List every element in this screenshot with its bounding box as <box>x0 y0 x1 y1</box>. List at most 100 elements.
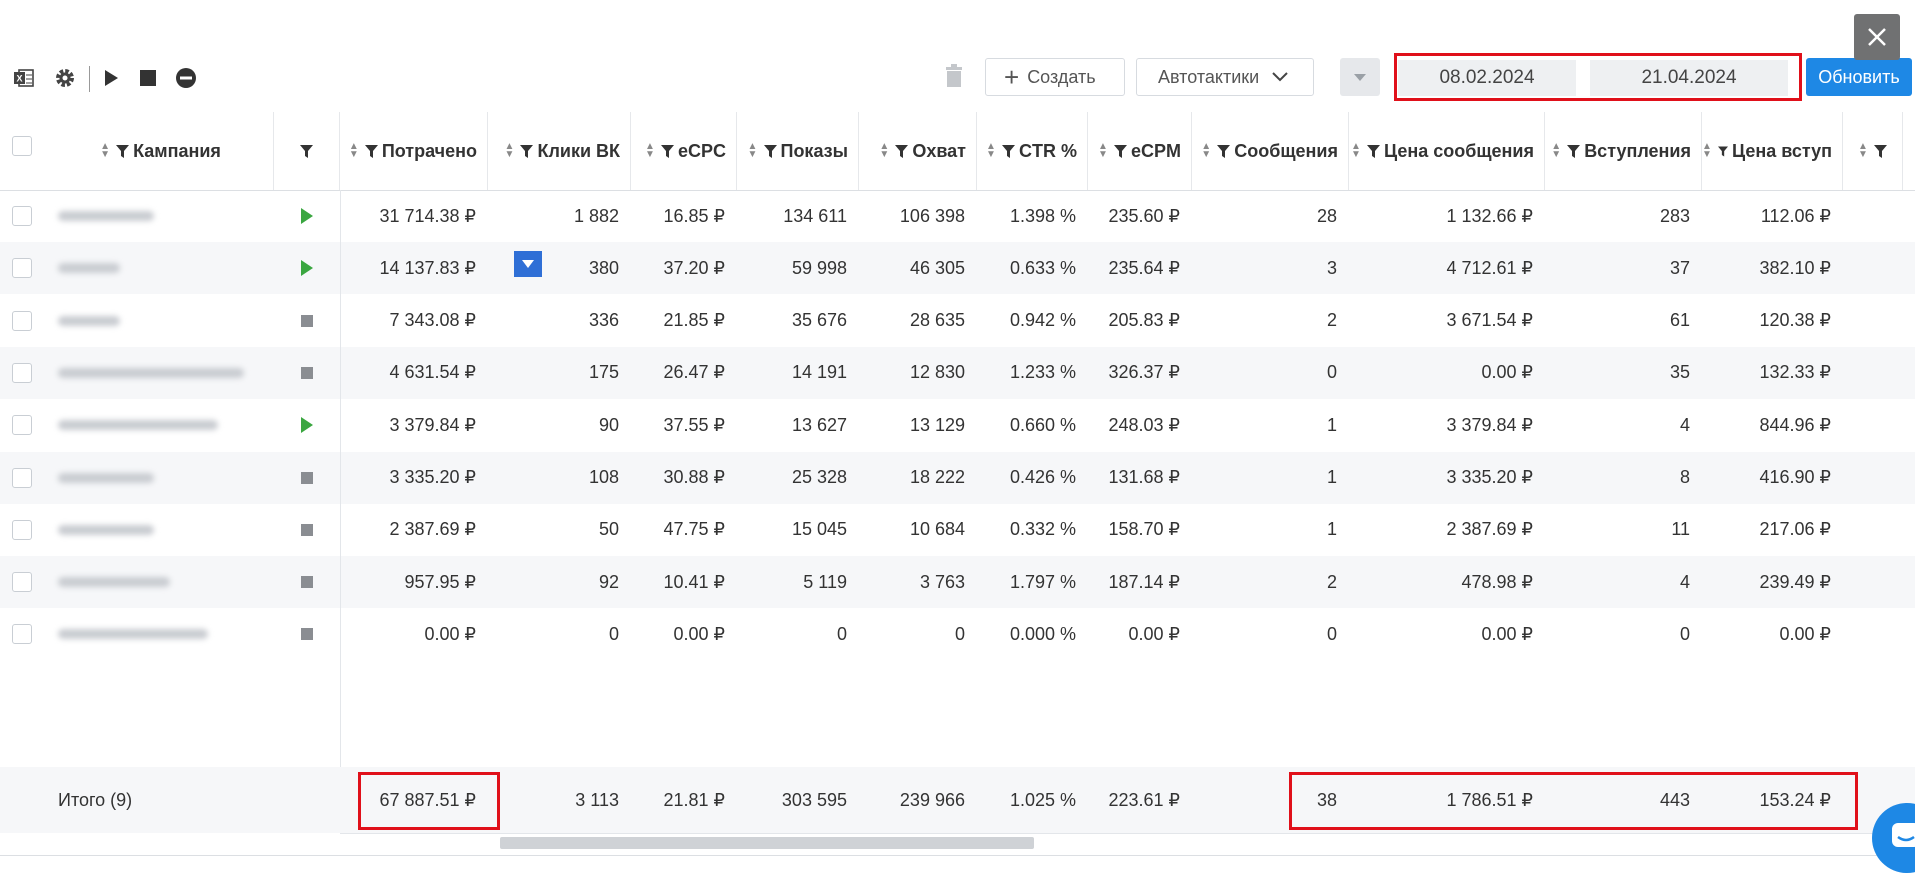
refresh-button[interactable]: Обновить <box>1806 58 1912 96</box>
row-dropdown-button[interactable] <box>514 251 542 277</box>
campaign-name[interactable] <box>58 524 154 535</box>
campaign-name[interactable] <box>58 577 170 588</box>
sort-icon[interactable]: ▲ ▼ <box>100 142 110 160</box>
col-spent[interactable]: ▲ ▼ Потрачено <box>340 112 488 190</box>
sort-icon[interactable]: ▲ ▼ <box>504 142 515 160</box>
preset-dropdown[interactable] <box>1340 58 1380 96</box>
campaign-name[interactable] <box>58 472 154 483</box>
table-row[interactable]: 0.00 ₽ 0 0.00 ₽ 0 0 0.000 % 0.00 ₽ 0 0.00 ₽ 0 0.00… <box>0 608 1915 660</box>
filter-icon[interactable] <box>660 144 674 158</box>
filter-icon[interactable] <box>116 144 130 158</box>
filter-icon[interactable] <box>1113 144 1127 158</box>
cell-spent: 0.00 ₽ <box>424 623 477 644</box>
col-campaign[interactable]: ▲ ▼ Кампания <box>48 112 274 190</box>
campaign-name[interactable] <box>58 367 244 378</box>
filter-icon[interactable] <box>1366 144 1380 158</box>
col-clicks[interactable]: ▲ ▼ Клики ВК <box>488 112 631 190</box>
sort-icon[interactable]: ▲ ▼ <box>1551 142 1561 160</box>
row-checkbox[interactable] <box>12 362 32 383</box>
sort-icon[interactable]: ▲ ▼ <box>986 142 996 160</box>
filter-icon[interactable] <box>1567 144 1581 158</box>
table-row[interactable]: 4 631.54 ₽ 175 26.47 ₽ 14 191 12 830 1.233 % 3… <box>0 346 1915 399</box>
row-checkbox[interactable] <box>12 624 32 645</box>
stopped-status[interactable] <box>290 452 324 504</box>
sort-icon[interactable]: ▲ ▼ <box>1702 142 1712 160</box>
excel-icon[interactable]: X <box>12 66 36 90</box>
sort-icon[interactable]: ▲ ▼ <box>1201 142 1211 160</box>
cell-reach: 106 398 <box>899 205 965 226</box>
cell-spent: 4 631.54 ₽ <box>389 362 476 383</box>
play-icon[interactable] <box>99 66 123 90</box>
table-row[interactable]: 31 714.38 ₽ 1 882 16.85 ₽ 134 611 106 398 1.3… <box>0 190 1915 242</box>
stopped-status[interactable] <box>290 556 324 608</box>
col-messages[interactable]: ▲ ▼ Сообщения <box>1192 112 1349 190</box>
trash-icon[interactable] <box>942 64 966 88</box>
close-button[interactable] <box>1854 14 1900 60</box>
autotactics-dropdown[interactable]: Автотактики <box>1136 58 1314 96</box>
horizontal-scrollbar-thumb[interactable] <box>500 837 1034 849</box>
row-checkbox[interactable] <box>12 415 32 436</box>
stopped-status[interactable] <box>290 347 324 399</box>
table-row[interactable]: 14 137.83 ₽ 380 37.20 ₽ 59 998 46 305 0.633 %… <box>0 242 1915 295</box>
col-ecpm[interactable]: ▲ ▼ eCPM <box>1088 112 1192 190</box>
cell-joins: 37 <box>1669 257 1690 278</box>
filter-icon[interactable] <box>895 144 909 158</box>
filter-icon[interactable] <box>1002 144 1015 158</box>
table-row[interactable]: 957.95 ₽ 92 10.41 ₽ 5 119 3 763 1.797 % 187.14… <box>0 556 1915 609</box>
table-row[interactable]: 7 343.08 ₽ 336 21.85 ₽ 35 676 28 635 0.942 % 2… <box>0 295 1915 347</box>
cell-ecpm: 158.70 ₽ <box>1108 519 1180 540</box>
row-checkbox[interactable] <box>12 310 32 331</box>
running-status[interactable] <box>290 399 324 451</box>
sort-icon[interactable]: ▲ ▼ <box>349 142 359 160</box>
campaign-name[interactable] <box>58 629 208 640</box>
running-status[interactable] <box>290 190 324 242</box>
campaign-name[interactable] <box>58 263 120 274</box>
sort-icon[interactable]: ▲ ▼ <box>645 142 655 160</box>
stopped-status[interactable] <box>290 295 324 347</box>
sort-icon[interactable]: ▲ ▼ <box>1858 142 1868 160</box>
create-button[interactable]: + Создать <box>985 58 1125 96</box>
row-checkbox[interactable] <box>12 467 32 488</box>
col-next[interactable]: ▲ ▼ <box>1843 112 1903 190</box>
filter-icon[interactable] <box>763 144 777 158</box>
filter-icon[interactable] <box>520 144 534 158</box>
filter-icon[interactable] <box>1717 145 1728 158</box>
col-status-filter[interactable] <box>274 112 340 190</box>
col-impressions[interactable]: ▲ ▼ Показы <box>737 112 859 190</box>
table-row[interactable]: 3 335.20 ₽ 108 30.88 ₽ 25 328 18 222 0.426 % 1… <box>0 451 1915 504</box>
filter-icon[interactable] <box>364 144 378 158</box>
sort-icon[interactable]: ▲ ▼ <box>748 142 758 160</box>
sort-icon[interactable]: ▲ ▼ <box>879 142 889 160</box>
filter-icon[interactable] <box>1874 144 1887 158</box>
stop-icon[interactable] <box>136 66 160 90</box>
running-status[interactable] <box>290 242 324 294</box>
minus-circle-icon[interactable] <box>174 66 198 90</box>
campaign-name[interactable] <box>58 315 120 326</box>
col-join-price[interactable]: ▲ ▼ Цена вступ <box>1702 112 1843 190</box>
filter-icon[interactable] <box>1217 144 1231 158</box>
caret-down-icon <box>1354 73 1366 81</box>
table-row[interactable]: 2 387.69 ₽ 50 47.75 ₽ 15 045 10 684 0.332 % 15… <box>0 504 1915 556</box>
sort-icon[interactable]: ▲ ▼ <box>1098 142 1108 160</box>
row-checkbox[interactable] <box>12 572 32 593</box>
close-icon <box>1868 28 1886 46</box>
col-label: Потрачено <box>381 140 477 161</box>
col-message-price[interactable]: ▲ ▼ Цена сообщения <box>1349 112 1545 190</box>
campaign-name[interactable] <box>58 211 154 221</box>
gear-icon[interactable] <box>53 66 77 90</box>
campaign-name[interactable] <box>58 420 218 431</box>
filter-icon[interactable] <box>300 144 313 158</box>
sort-icon[interactable]: ▲ ▼ <box>1351 142 1361 160</box>
table-row[interactable]: 3 379.84 ₽ 90 37.55 ₽ 13 627 13 129 0.660 % 24… <box>0 399 1915 451</box>
col-joins[interactable]: ▲ ▼ Вступления <box>1545 112 1702 190</box>
row-checkbox[interactable] <box>12 258 32 279</box>
col-reach[interactable]: ▲ ▼ Охват <box>859 112 977 190</box>
stopped-status[interactable] <box>290 504 324 556</box>
row-checkbox[interactable] <box>12 206 32 226</box>
stopped-status[interactable] <box>290 608 324 660</box>
col-ctr[interactable]: ▲ ▼ CTR % <box>977 112 1088 190</box>
cell-messages: 1 <box>1326 467 1337 487</box>
select-all-checkbox[interactable] <box>12 136 32 156</box>
row-checkbox[interactable] <box>12 519 32 540</box>
col-ecpc[interactable]: ▲ ▼ eCPC <box>631 112 737 190</box>
